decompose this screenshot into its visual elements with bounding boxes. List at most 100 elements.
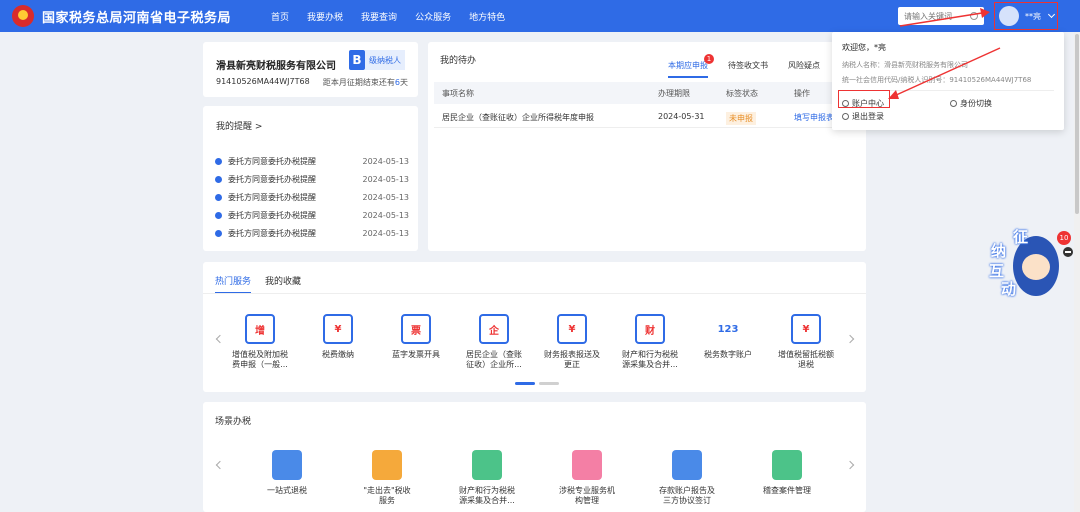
scene-professional-service[interactable]: 涉税专业服务机 构管理 [547, 450, 627, 506]
mascot-char: 征 [1013, 228, 1029, 246]
todo-deadline: 2024-05-31 [658, 112, 705, 121]
scene-property-tax[interactable]: 财产和行为税税 源采集及合并... [447, 450, 527, 506]
scene-inspection-case[interactable]: 稽查案件管理 [747, 450, 827, 496]
list-item[interactable]: 委托方同意委托办税提醒 2024-05-13 [215, 206, 409, 224]
fill-declaration-link[interactable]: 填写申报表 [794, 112, 834, 123]
scene-label: 稽查案件管理 [763, 486, 811, 495]
assistant-mascot[interactable]: 征 纳 互 动 [985, 228, 1065, 300]
service-vat-declaration[interactable]: 增增值税及附加税 费申报（一般... [221, 314, 299, 370]
service-vat-refund[interactable]: ¥ 增值税留抵税额 退税 [767, 314, 845, 370]
chevron-down-icon [1047, 10, 1056, 19]
scene-bank-account[interactable]: 存款账户报告及 三方协议签订 [647, 450, 727, 506]
search-input[interactable] [904, 11, 966, 21]
carousel-indicator[interactable] [539, 382, 559, 385]
reminder-date: 2024-05-13 [362, 156, 410, 166]
tab-pending-documents[interactable]: 待签收文书 [728, 60, 768, 78]
nav-handle-tax[interactable]: 我要办税 [307, 10, 343, 23]
scene-label: 涉税专业服务机 构管理 [559, 486, 615, 505]
tab-badge: 1 [704, 54, 714, 64]
scene-label: 一站式退税 [267, 486, 307, 495]
list-item[interactable]: 委托方同意委托办税提醒 2024-05-13 [215, 152, 409, 170]
hot-tabs: 热门服务 我的收藏 [215, 274, 301, 294]
service-tax-payment[interactable]: ¥ 税费缴纳 [299, 314, 377, 360]
divider [203, 293, 866, 294]
tab-hot-services[interactable]: 热门服务 [215, 274, 252, 294]
service-label: 蓝字发票开具 [392, 350, 440, 359]
reminders-card: 我的提醒 > 委托方同意委托办税提醒 2024-05-13 委托方同意委托办税提醒… [203, 106, 418, 251]
credit-level-text: 级纳税人 [365, 50, 405, 70]
nav-public-service[interactable]: 公众服务 [415, 10, 451, 23]
nav-home[interactable]: 首页 [271, 10, 289, 23]
tax-payment-icon: ¥ [323, 314, 353, 344]
reminder-label: 委托方同意委托办税提醒 [228, 192, 316, 202]
chevron-right-icon[interactable] [845, 334, 855, 344]
account-center-highlight [838, 90, 890, 108]
list-item[interactable]: 委托方同意委托办税提醒 2024-05-13 [215, 170, 409, 188]
scene-one-stop-refund[interactable]: 一站式退税 [247, 450, 327, 496]
user-dropdown: 欢迎您，*亮 纳税人名称：滑县新亮财税服务有限公司 统一社会信用代码/纳税人识别… [832, 32, 1064, 130]
reminder-date: 2024-05-13 [362, 228, 410, 238]
table-row: 居民企业（查账征收）企业所得税年度申报 2024-05-31 未申报 填写申报表 [434, 104, 860, 128]
company-name: 滑县新亮财税服务有限公司 [216, 61, 336, 72]
list-item[interactable]: 委托方同意委托办税提醒 2024-05-13 [215, 188, 409, 206]
search-icon[interactable] [970, 12, 978, 20]
reminder-date: 2024-05-13 [362, 210, 410, 220]
minimize-icon[interactable] [1063, 247, 1073, 257]
financial-report-icon: ¥ [557, 314, 587, 344]
tab-current-declaration[interactable]: 本期应申报 1 [668, 54, 714, 78]
nav-local-feature[interactable]: 地方特色 [469, 10, 505, 23]
list-item[interactable]: 委托方同意委托办税提醒 2024-05-13 [215, 224, 409, 242]
hot-services-card: 热门服务 我的收藏 增增值税及附加税 费申报（一般... ¥ 税费缴纳 票蓝字发票开… [203, 262, 866, 392]
reminder-label: 委托方同意委托办税提醒 [228, 210, 316, 220]
nav-query[interactable]: 我要查询 [361, 10, 397, 23]
mascot-char: 动 [1001, 280, 1017, 298]
bank-icon [672, 450, 702, 480]
site-title[interactable]: 国家税务总局河南省电子税务局 [42, 7, 231, 26]
reminder-label: 委托方同意委托办税提醒 [228, 174, 316, 184]
scene-label: "走出去"税收 服务 [363, 486, 411, 505]
tab-label: 本期应申报 [668, 61, 708, 70]
scene-title: 场景办税 [215, 417, 252, 427]
col-status: 标签状态 [726, 89, 758, 98]
switch-identity-menu-item[interactable]: 身份切换 [950, 98, 992, 109]
logout-icon [842, 113, 849, 120]
service-label: 税务数字账户 [704, 350, 752, 359]
reminder-list: 委托方同意委托办税提醒 2024-05-13 委托方同意委托办税提醒 2024-05… [215, 152, 409, 242]
service-label: 财产和行为税税 源采集及合并... [622, 350, 678, 369]
refund-icon [272, 450, 302, 480]
service-label: 居民企业（查账 征收）企业所... [466, 350, 522, 369]
reminder-label: 委托方同意委托办税提醒 [228, 156, 316, 166]
notification-badge: 10 [1057, 231, 1071, 245]
table-header: 事项名称 办理期限 标签状态 操作 [434, 82, 860, 104]
property-tax-icon: 财 [635, 314, 665, 344]
col-item-name: 事项名称 [442, 89, 474, 98]
scene-going-global[interactable]: "走出去"税收 服务 [347, 450, 427, 506]
page-scrollbar[interactable] [1074, 32, 1080, 512]
globe-icon [372, 450, 402, 480]
user-menu-trigger[interactable]: **亮 [994, 2, 1058, 30]
chevron-right-icon[interactable] [845, 460, 855, 470]
scrollbar-thumb[interactable] [1075, 34, 1079, 214]
service-property-tax[interactable]: 财财产和行为税税 源采集及合并... [611, 314, 689, 370]
reminders-title[interactable]: 我的提醒 > [216, 119, 262, 132]
building-icon [572, 450, 602, 480]
service-enterprise-income-tax[interactable]: 企居民企业（查账 征收）企业所... [455, 314, 533, 370]
info-icon [215, 175, 222, 183]
service-financial-report[interactable]: ¥ 财务报表报送及 更正 [533, 314, 611, 370]
welcome-text: 欢迎您，*亮 [842, 43, 886, 52]
top-bar: 国家税务总局河南省电子税务局 首页 我要办税 我要查询 公众服务 地方特色 **… [0, 0, 1080, 32]
service-digital-account[interactable]: 123 税务数字账户 [689, 314, 767, 360]
tab-risk-points[interactable]: 风险疑点 [788, 60, 820, 78]
company-tax-id: 91410526MA44WJ7T68 [216, 77, 310, 86]
chevron-left-icon[interactable] [215, 460, 225, 470]
mascot-char: 纳 [991, 242, 1007, 260]
enterprise-icon: 企 [479, 314, 509, 344]
carousel-indicator-active[interactable] [515, 382, 535, 385]
status-badge: 未申报 [726, 112, 756, 125]
tab-my-favorites[interactable]: 我的收藏 [265, 274, 301, 294]
tax-emblem-icon [12, 5, 34, 27]
service-label: 增值税及附加税 费申报（一般... [232, 350, 288, 369]
reminder-label: 委托方同意委托办税提醒 [228, 228, 316, 238]
logout-menu-item[interactable]: 退出登录 [842, 111, 884, 122]
service-invoice-issue[interactable]: 票蓝字发票开具 [377, 314, 455, 360]
